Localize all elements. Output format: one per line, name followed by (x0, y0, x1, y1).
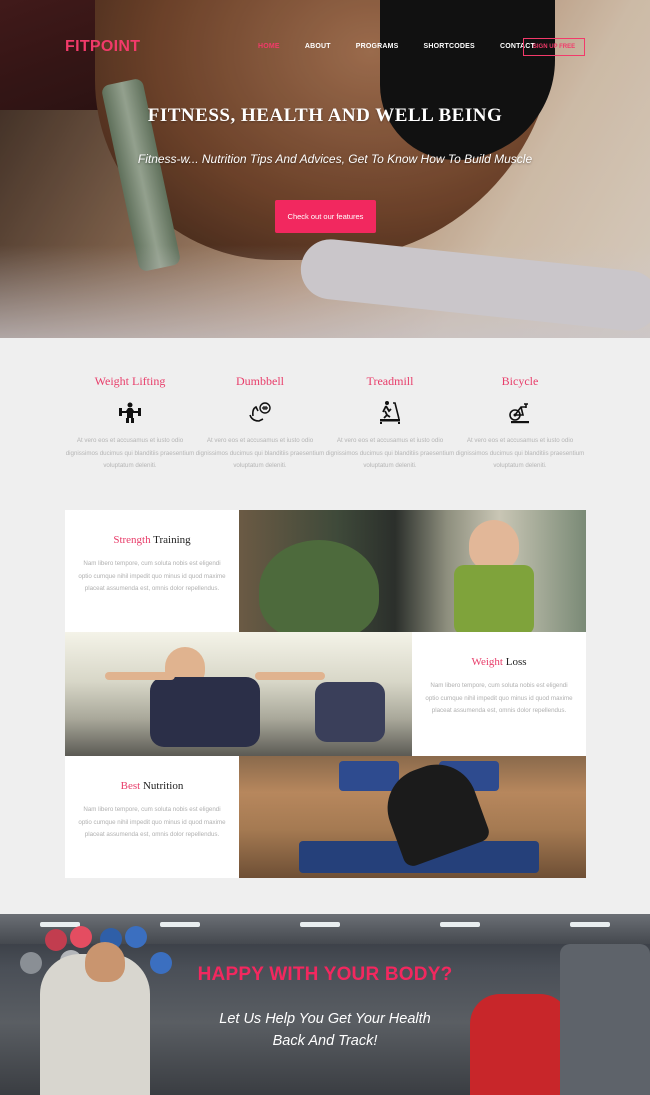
program-text: Nam libero tempore, cum soluta nobis est… (78, 806, 226, 838)
features-section: Weight Lifting At vero eos et accusamus … (0, 338, 650, 508)
main-menu: HOME ABOUT PROGRAMS SHORTCODES CONTACT (258, 43, 560, 50)
banner-subtitle-line2: Back And Track! (272, 1033, 378, 1049)
feature-bicycle: Bicycle At vero eos et accusamus et iust… (455, 374, 585, 473)
nav-item-shortcodes[interactable]: SHORTCODES (424, 43, 475, 50)
program-title-rest: Loss (502, 656, 527, 668)
banner-photo-ball (45, 929, 67, 951)
photo-figure (105, 672, 175, 680)
programs-grid: Strength Training Nam libero tempore, cu… (65, 510, 586, 878)
banner-photo-light (40, 922, 80, 927)
photo-figure (255, 672, 325, 680)
program-title-rest: Training (150, 534, 191, 546)
feature-title: Dumbbell (236, 374, 284, 388)
photo-weight-loss (65, 632, 412, 756)
feature-text: At vero eos et accusamus et iusto odio d… (455, 437, 585, 469)
cta-banner: HAPPY WITH YOUR BODY? Let Us Help You Ge… (0, 914, 650, 1095)
nav-item-home[interactable]: HOME (258, 43, 280, 50)
bicycle-icon (509, 403, 529, 424)
photo-figure (454, 565, 534, 632)
program-card-nutrition: Best Nutrition Nam libero tempore, cum s… (65, 756, 239, 878)
program-card-weight-loss: Weight Loss Nam libero tempore, cum solu… (412, 632, 586, 756)
photo-figure (315, 682, 385, 742)
photo-figure (259, 540, 379, 632)
program-title: Best Nutrition (77, 780, 227, 792)
top-nav: FITPOINT HOME ABOUT PROGRAMS SHORTCODES … (0, 30, 650, 64)
program-title-highlight: Best (120, 780, 141, 792)
photo-strength-training (239, 510, 586, 632)
banner-photo-light (440, 922, 480, 927)
program-text: Nam libero tempore, cum soluta nobis est… (425, 682, 573, 714)
program-title: Strength Training (77, 534, 227, 546)
program-text: Nam libero tempore, cum soluta nobis est… (78, 560, 226, 592)
dumbbell-icon (249, 402, 271, 422)
banner-photo-light (160, 922, 200, 927)
feature-text: At vero eos et accusamus et iusto odio d… (65, 437, 195, 469)
program-card-strength: Strength Training Nam libero tempore, cu… (65, 510, 239, 632)
feature-treadmill: Treadmill At vero eos et accusamus et iu… (325, 374, 455, 473)
banner-photo-ball (125, 926, 147, 948)
feature-text: At vero eos et accusamus et iusto odio d… (195, 437, 325, 469)
program-title: Weight Loss (424, 656, 574, 668)
banner-title: HAPPY WITH YOUR BODY? (197, 964, 453, 985)
feature-dumbbell: Dumbbell At vero eos et accusamus et ius… (195, 374, 325, 473)
feature-title: Weight Lifting (94, 374, 166, 388)
banner-photo-ceiling (0, 914, 650, 944)
banner-photo-ball (70, 926, 92, 948)
photo-figure (150, 677, 260, 747)
hero-title: FITNESS, HEALTH AND WELL BEING (147, 105, 503, 126)
treadmill-icon (380, 401, 400, 424)
signup-button[interactable]: SIGN UP FREE (523, 38, 585, 56)
banner-subtitle: Let Us Help You Get Your Health Back And… (0, 1008, 650, 1052)
photo-figure (469, 520, 519, 570)
program-title-highlight: Weight (471, 656, 503, 668)
logo[interactable]: FITPOINT (65, 38, 140, 56)
hero-subtitle: Fitness-w... Nutrition Tips And Advices,… (137, 152, 533, 166)
program-title-highlight: Strength (113, 534, 151, 546)
nav-item-about[interactable]: ABOUT (305, 43, 331, 50)
banner-photo-light (300, 922, 340, 927)
feature-weight-lifting: Weight Lifting At vero eos et accusamus … (65, 374, 195, 473)
banner-photo-light (570, 922, 610, 927)
photo-figure (339, 761, 399, 791)
photo-best-nutrition (239, 756, 586, 878)
hero-section: FITPOINT HOME ABOUT PROGRAMS SHORTCODES … (0, 0, 650, 338)
feature-text: At vero eos et accusamus et iusto odio d… (325, 437, 455, 469)
features-cta-button[interactable]: Check out our features (275, 200, 376, 233)
feature-title: Treadmill (366, 374, 414, 388)
nav-item-programs[interactable]: PROGRAMS (356, 43, 399, 50)
banner-subtitle-line1: Let Us Help You Get Your Health (219, 1011, 431, 1027)
weightlifting-icon (119, 402, 141, 423)
feature-title: Bicycle (501, 374, 539, 388)
program-title-rest: Nutrition (140, 780, 184, 792)
